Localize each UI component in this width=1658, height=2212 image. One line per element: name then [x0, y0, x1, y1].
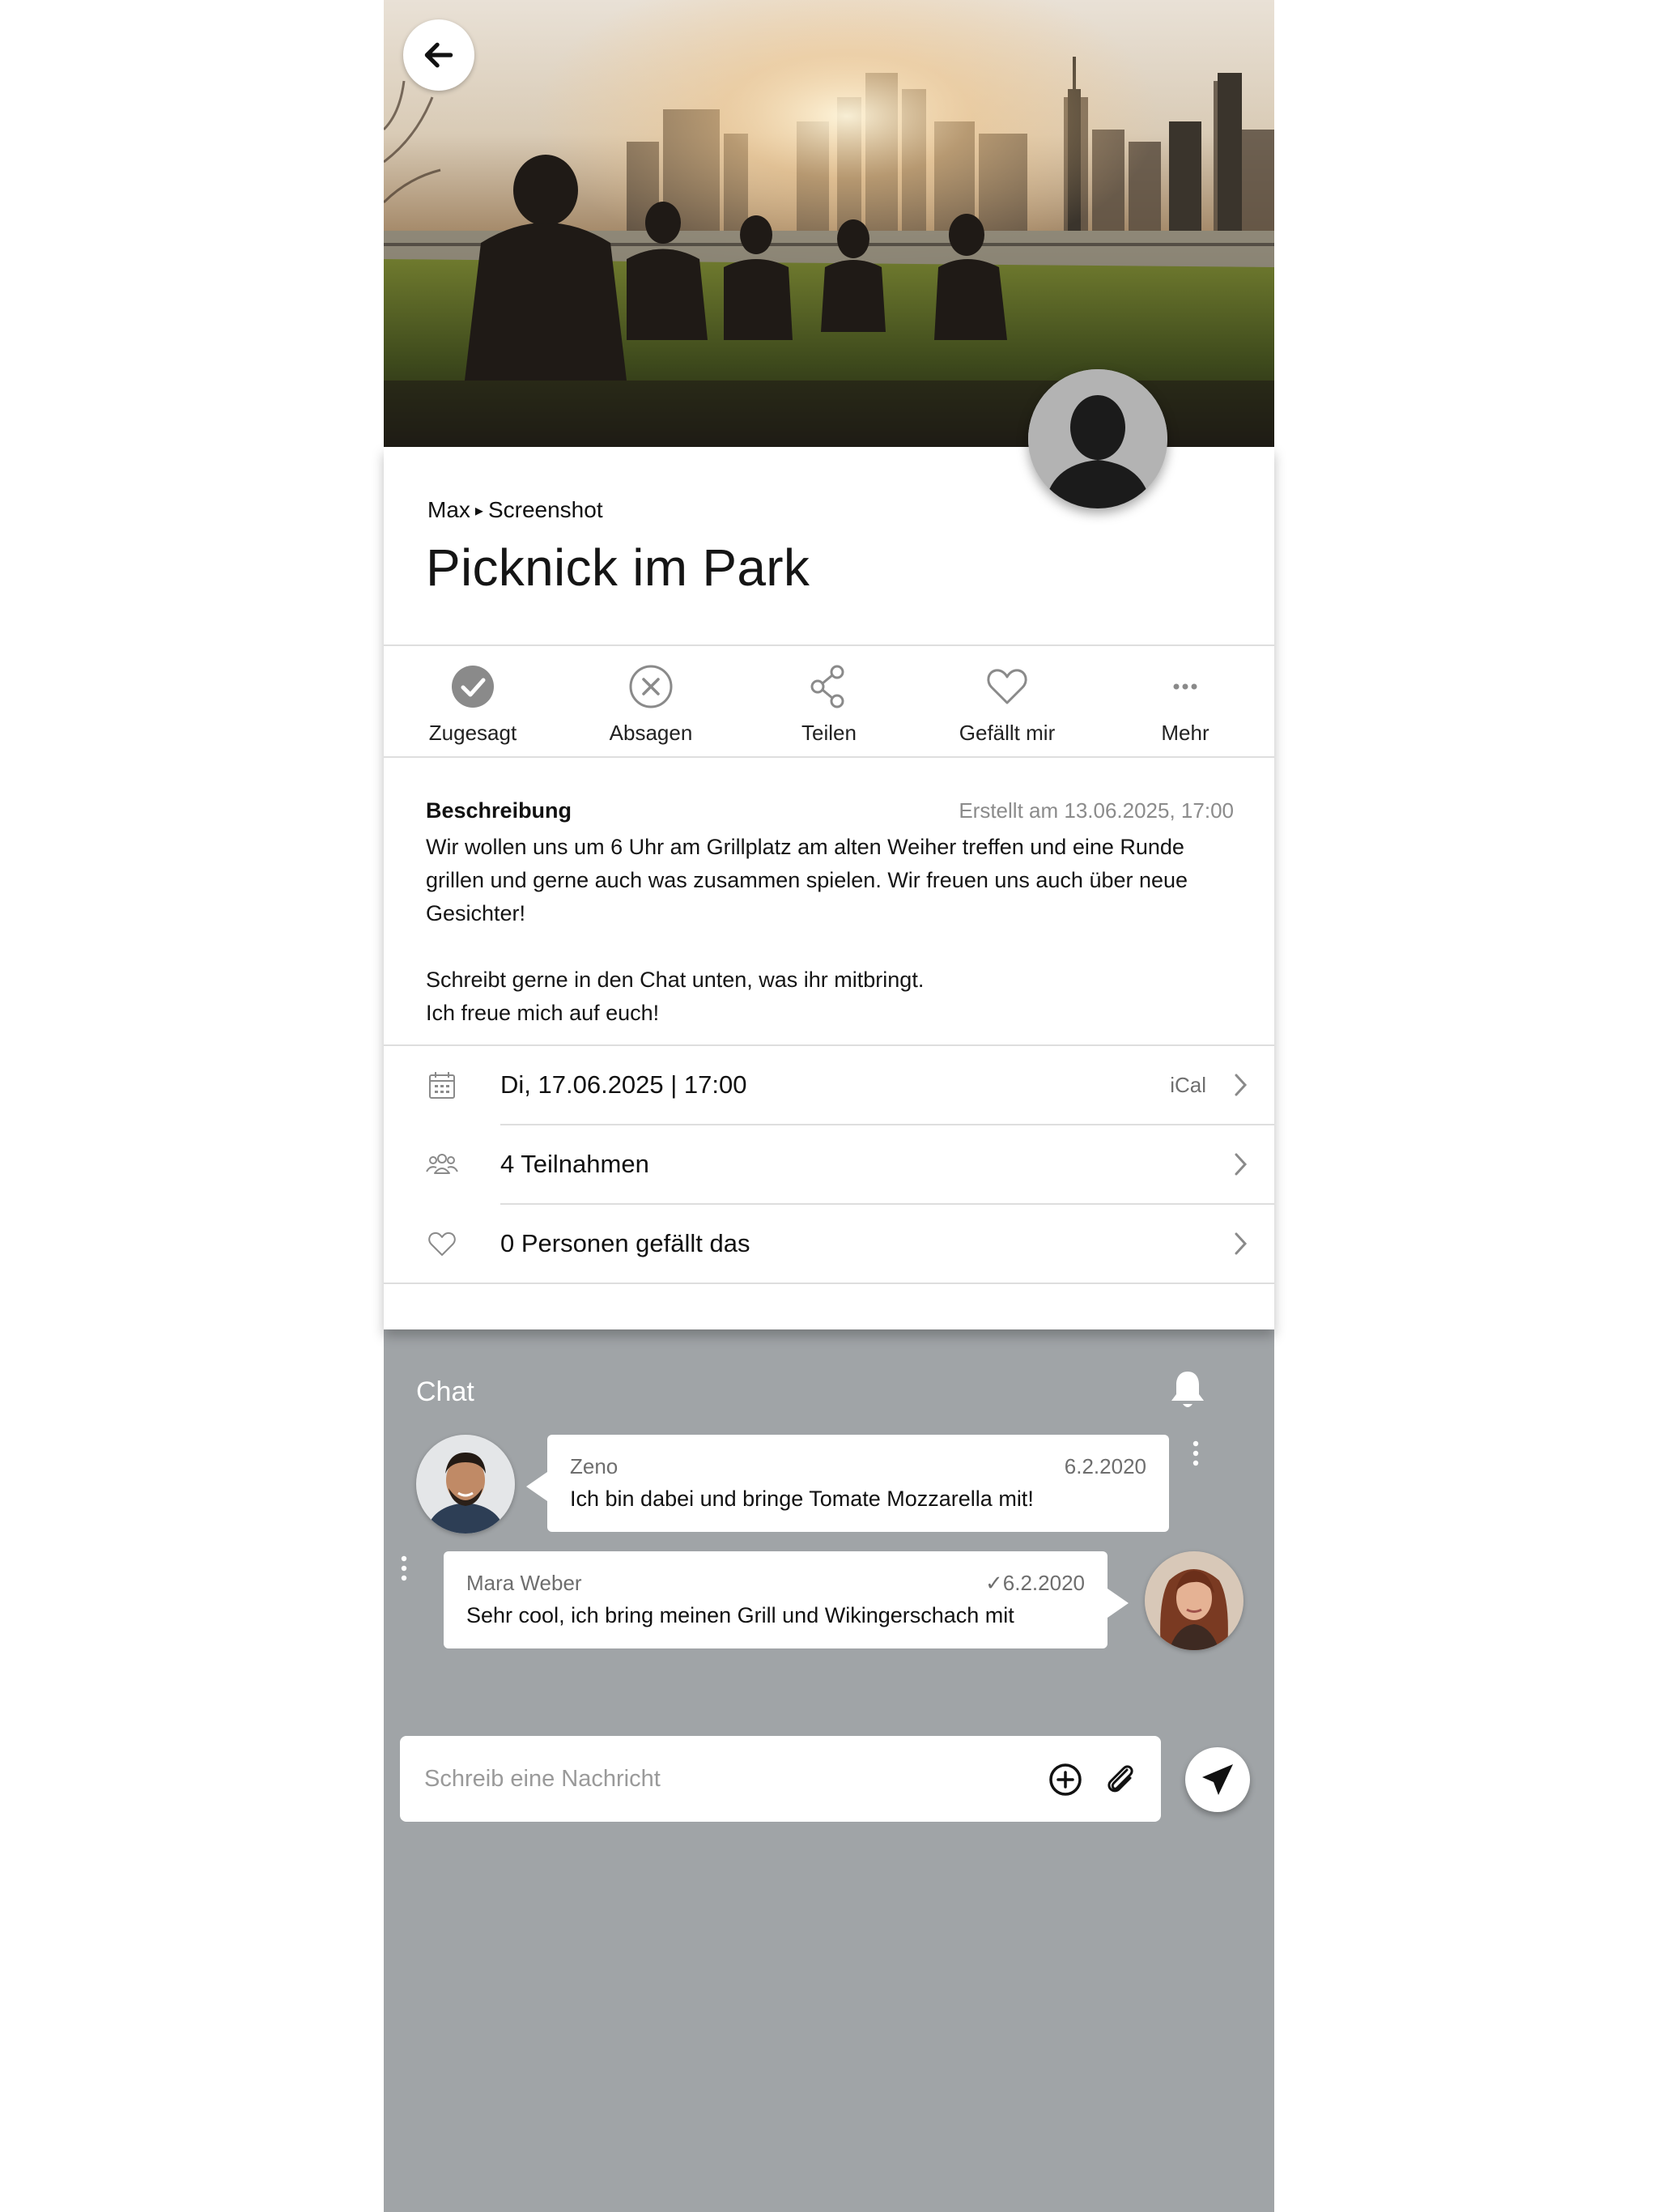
message-sender: Mara Weber [466, 1571, 582, 1595]
share-label: Teilen [801, 721, 857, 745]
event-title: Picknick im Park [426, 538, 810, 597]
message-input[interactable] [423, 1755, 1041, 1802]
event-screen: Max ▸ Screenshot Picknick im Park Zugesagt… [384, 0, 1274, 2212]
message-sender: Zeno [570, 1454, 619, 1478]
message-date: 6.2.2020 [1064, 1454, 1146, 1478]
date-row[interactable]: Di, 17.06.2025 | 17:00 iCal [384, 1046, 1274, 1124]
chat-title: Chat [416, 1376, 474, 1407]
description-paragraph: Wir wollen uns um 6 Uhr am Grillplatz am… [426, 835, 1188, 925]
check-circle-icon [452, 666, 494, 708]
add-button[interactable] [1048, 1762, 1083, 1797]
user-photo [1145, 1551, 1244, 1650]
more-label: Mehr [1161, 721, 1209, 745]
event-cover-image [384, 0, 1274, 447]
group-icon [426, 1154, 458, 1174]
divider [384, 756, 1274, 758]
bubble-tail [1107, 1589, 1129, 1618]
event-details-card: Max ▸ Screenshot Picknick im Park Zugesagt… [384, 447, 1274, 1329]
ical-link[interactable]: iCal [1170, 1073, 1206, 1098]
more-dots-icon [1173, 683, 1197, 690]
share-icon [810, 665, 844, 708]
description-paragraph: Schreibt gerne in den Chat unten, was ih… [426, 968, 925, 1025]
attend-label: Zugesagt [428, 721, 517, 745]
likes-count: 0 Personen gefällt das [500, 1229, 750, 1257]
organizer-avatar[interactable] [1028, 369, 1167, 508]
attend-button[interactable]: Zugesagt [384, 646, 562, 756]
description-header: Beschreibung Erstellt am 13.06.2025, 17:… [426, 798, 1234, 823]
divider [384, 1283, 1274, 1284]
participants-row[interactable]: 4 Teilnahmen [384, 1125, 1274, 1203]
action-bar: Zugesagt Absagen Teilen Gefällt mir Mehr [384, 646, 1274, 756]
cover-photo-illustration [384, 0, 1274, 447]
back-button[interactable] [403, 19, 474, 91]
heart-outline-icon [428, 1231, 456, 1256]
likes-row[interactable]: 0 Personen gefällt das [384, 1205, 1274, 1283]
calendar-icon [429, 1072, 455, 1099]
person-silhouette-icon [1028, 369, 1167, 508]
bubble-tail [526, 1472, 547, 1501]
read-check-icon: ✓ [984, 1571, 1003, 1595]
breadcrumb-page[interactable]: Screenshot [488, 497, 603, 522]
message-composer [400, 1736, 1161, 1822]
decline-button[interactable]: Absagen [562, 646, 740, 756]
send-icon [1202, 1764, 1233, 1795]
bell-icon[interactable] [1169, 1368, 1206, 1410]
share-button[interactable]: Teilen [740, 646, 918, 756]
message-bubble[interactable]: Zeno 6.2.2020 Ich bin dabei und bringe T… [547, 1435, 1169, 1532]
mara-avatar[interactable] [1145, 1551, 1244, 1650]
attach-button[interactable] [1103, 1760, 1140, 1797]
message-text: Ich bin dabei und bringe Tomate Mozzarel… [570, 1487, 1034, 1511]
message-date: ✓6.2.2020 [985, 1571, 1085, 1596]
arrow-left-icon [424, 42, 453, 68]
decline-label: Absagen [609, 721, 693, 745]
chevron-right-icon [1235, 1074, 1248, 1096]
event-date: Di, 17.06.2025 | 17:00 [500, 1070, 747, 1099]
heart-icon [987, 669, 1027, 704]
message-text: Sehr cool, ich bring meinen Grill und Wi… [466, 1603, 1014, 1627]
plus-circle-icon [1049, 1763, 1082, 1796]
cancel-circle-icon [629, 665, 673, 708]
like-button[interactable]: Gefällt mir [918, 646, 1096, 756]
zeno-avatar[interactable] [416, 1435, 515, 1534]
breadcrumb-separator: ▸ [474, 502, 483, 520]
user-photo [416, 1435, 515, 1534]
message-date-text: 6.2.2020 [1002, 1571, 1085, 1595]
message-menu-icon[interactable] [1190, 1440, 1201, 1467]
paperclip-icon [1107, 1765, 1133, 1793]
chevron-right-icon [1235, 1153, 1248, 1176]
participants-count: 4 Teilnahmen [500, 1150, 649, 1178]
created-timestamp: Erstellt am 13.06.2025, 17:00 [959, 798, 1234, 823]
like-label: Gefällt mir [959, 721, 1056, 745]
chevron-right-icon [1235, 1232, 1248, 1255]
message-menu-icon[interactable] [398, 1555, 410, 1582]
description-text: Wir wollen uns um 6 Uhr am Grillplatz am… [426, 831, 1235, 1030]
message-bubble[interactable]: Mara Weber ✓6.2.2020 Sehr cool, ich brin… [444, 1551, 1107, 1648]
send-button[interactable] [1185, 1747, 1250, 1812]
more-button[interactable]: Mehr [1096, 646, 1274, 756]
description-label: Beschreibung [426, 798, 572, 823]
breadcrumb-group[interactable]: Max [427, 497, 470, 522]
breadcrumb: Max ▸ Screenshot [427, 497, 603, 523]
